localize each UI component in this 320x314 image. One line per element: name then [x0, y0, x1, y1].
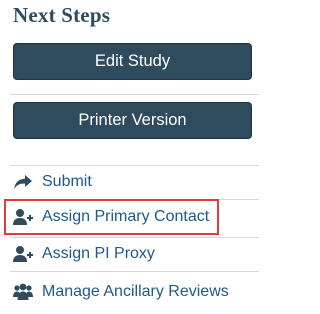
- next-steps-panel: Next Steps Edit Study Printer Version Su…: [0, 0, 259, 314]
- divider: [10, 271, 259, 272]
- user-add-icon: [13, 245, 33, 263]
- users-group-icon: [13, 283, 33, 301]
- submit-link-label: Submit: [42, 173, 92, 190]
- submit-link[interactable]: Submit: [13, 166, 259, 198]
- highlight-box: [4, 199, 219, 235]
- panel-title: Next Steps: [13, 3, 111, 27]
- divider: [10, 94, 259, 95]
- manage-ancillary-reviews-link[interactable]: Manage Ancillary Reviews: [13, 276, 259, 308]
- edit-study-button[interactable]: Edit Study: [13, 43, 252, 80]
- assign-pi-proxy-label: Assign PI Proxy: [42, 245, 155, 262]
- assign-pi-proxy-link[interactable]: Assign PI Proxy: [13, 238, 259, 270]
- printer-version-button[interactable]: Printer Version: [13, 102, 252, 139]
- share-arrow-icon: [13, 173, 33, 191]
- manage-ancillary-reviews-label: Manage Ancillary Reviews: [42, 283, 229, 300]
